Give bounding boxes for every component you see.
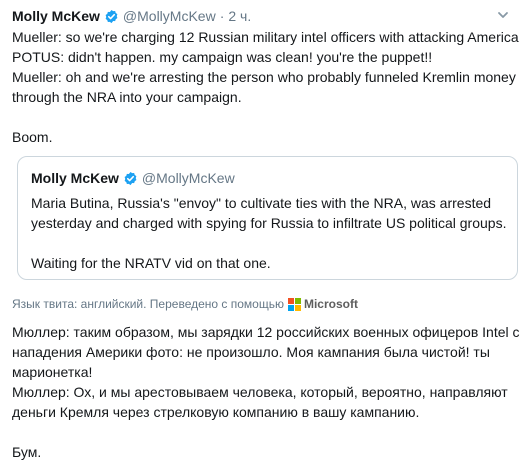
translated-text: Мюллер: таким образом, мы зарядки 12 рос… (12, 322, 520, 462)
verified-badge-icon (124, 171, 137, 185)
chevron-down-icon[interactable] (496, 8, 510, 22)
quoted-text-line: Waiting for the NRATV vid on that one. (31, 255, 271, 271)
verified-badge-icon (105, 9, 118, 23)
translated-text-line (12, 422, 517, 442)
translated-text-line: деньги Кремля через стрелковую компанию … (12, 404, 420, 420)
translated-text-line: Бум. (12, 444, 42, 460)
tweet-text: Mueller: so we're charging 12 Russian mi… (12, 27, 519, 147)
tweet-text-line: through the NRA into your campaign. (12, 89, 242, 105)
quoted-tweet-header: Molly McKew @MollyMcKew (31, 170, 235, 186)
translation-label: Язык твита: английский. Переведено с пом… (12, 297, 284, 311)
microsoft-logo-icon[interactable] (287, 297, 301, 311)
quoted-author-name: Molly McKew (31, 170, 119, 186)
tweet-text-line: Mueller: so we're charging 12 Russian mi… (12, 29, 519, 45)
quoted-text-line: Maria Butina, Russia's "envoy" to cultiv… (31, 195, 492, 211)
separator-dot: · (219, 8, 225, 24)
quoted-author-handle: @MollyMcKew (141, 170, 235, 186)
translated-text-line: марионетка! (12, 364, 93, 380)
translation-attribution: Язык твита: английский. Переведено с пом… (12, 295, 358, 313)
tweet-text-line: Mueller: oh and we're arresting the pers… (12, 69, 516, 85)
quoted-tweet-text: Maria Butina, Russia's "envoy" to cultiv… (31, 193, 511, 273)
quoted-tweet-card[interactable]: Molly McKew @MollyMcKew Maria Butina, Ru… (17, 156, 518, 280)
quoted-text-line: yesterday and charged with spying for Ru… (31, 215, 507, 231)
author-name[interactable]: Molly McKew (12, 8, 100, 24)
translation-provider[interactable]: Microsoft (304, 297, 358, 311)
tweet-timestamp[interactable]: 2 ч. (228, 8, 251, 24)
translated-text-line: Мюллер: таким образом, мы зарядки 12 рос… (12, 324, 520, 340)
translated-text-line: Мюллер: Ох, и мы арестовываем человека, … (12, 384, 508, 400)
tweet-header: Molly McKew @MollyMcKew · 2 ч. (12, 6, 251, 26)
author-handle[interactable]: @MollyMcKew (123, 8, 216, 24)
quoted-text-line (31, 233, 511, 253)
tweet-text-line (12, 107, 517, 127)
tweet-text-line: POTUS: didn't happen. my campaign was cl… (12, 49, 433, 65)
translated-text-line: нападения Америки фото: не произошло. Мо… (12, 344, 490, 360)
tweet-text-line: Boom. (12, 129, 53, 145)
